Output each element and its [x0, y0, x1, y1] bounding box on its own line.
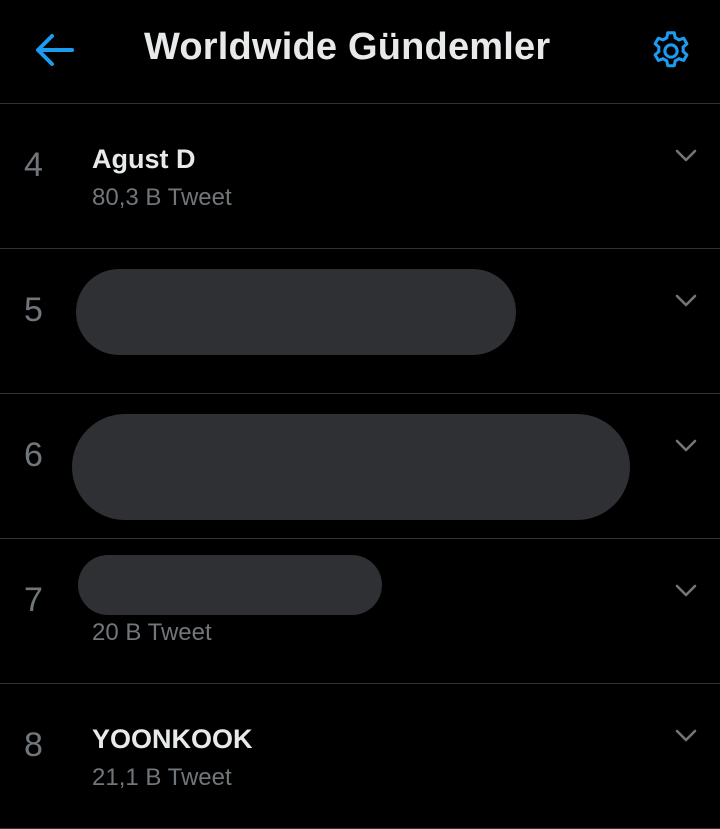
trend-rank: 5 — [24, 291, 43, 329]
chevron-down-icon[interactable] — [674, 148, 698, 164]
trend-row[interactable]: 8 YOONKOOK 21,1 B Tweet — [0, 684, 720, 829]
page-title: Worldwide Gündemler — [144, 26, 551, 68]
top-app-bar: Worldwide Gündemler — [0, 0, 720, 104]
gear-icon — [653, 31, 689, 68]
trend-tweet-count: 20 B Tweet — [92, 619, 212, 646]
chevron-down-icon[interactable] — [674, 438, 698, 454]
trend-tweet-count: 21,1 B Tweet — [92, 764, 232, 791]
redaction-block — [72, 414, 630, 520]
back-button[interactable] — [32, 30, 76, 70]
redaction-block — [76, 269, 516, 355]
trend-row[interactable]: 6 — [0, 394, 720, 539]
chevron-down-icon[interactable] — [674, 293, 698, 309]
trends-screen: Worldwide Gündemler 4 Agust D 80,3 B Twe… — [0, 0, 720, 829]
trend-rank: 4 — [24, 146, 43, 184]
trend-row[interactable]: 7 20 B Tweet — [0, 539, 720, 684]
trend-tweet-count: 80,3 B Tweet — [92, 184, 232, 211]
trend-name[interactable]: Agust D — [92, 144, 196, 175]
trend-name[interactable]: YOONKOOK — [92, 724, 253, 755]
trend-rank: 8 — [24, 726, 43, 764]
settings-button[interactable] — [648, 28, 694, 74]
chevron-down-icon[interactable] — [674, 728, 698, 744]
trend-row[interactable]: 4 Agust D 80,3 B Tweet — [0, 104, 720, 249]
trend-rank: 6 — [24, 436, 43, 474]
chevron-down-icon[interactable] — [674, 583, 698, 599]
redaction-block — [78, 555, 382, 615]
trend-row[interactable]: 5 — [0, 249, 720, 394]
trend-rank: 7 — [24, 581, 43, 619]
arrow-left-icon — [36, 34, 74, 66]
